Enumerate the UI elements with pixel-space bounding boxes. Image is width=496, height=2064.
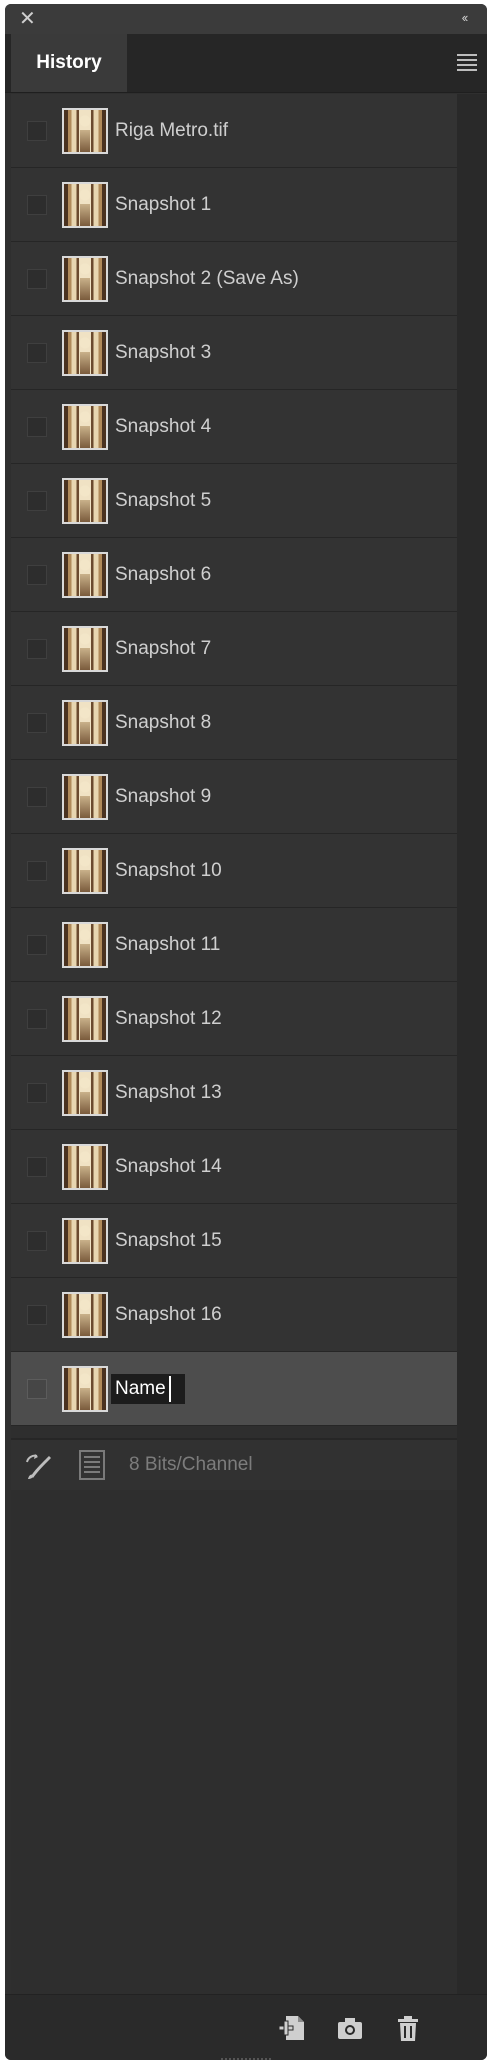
history-brush-source-checkbox[interactable] [27,787,47,807]
history-row[interactable]: Snapshot 10 [11,834,457,908]
history-row-label: Snapshot 14 [115,1156,222,1177]
history-row-label: Snapshot 12 [115,1008,222,1029]
panel-titlebar: ✕ ‹‹ [5,4,487,34]
snapshot-thumbnail [62,922,108,968]
history-brush-source-checkbox[interactable] [27,269,47,289]
snapshot-thumbnail [62,404,108,450]
snapshot-thumbnail [62,1366,108,1412]
document-icon [79,1450,105,1480]
double-chevron-left-icon[interactable]: ‹‹ [455,10,473,26]
history-state-row: 8 Bits/Channel [11,1438,457,1490]
history-brush-source-checkbox[interactable] [27,121,47,141]
snapshot-thumbnail [62,552,108,598]
history-row[interactable]: Snapshot 11 [11,908,457,982]
history-row-label: Snapshot 16 [115,1304,222,1325]
snapshot-thumbnail [62,1218,108,1264]
history-row-label: Snapshot 7 [115,638,212,659]
history-row-label: Snapshot 1 [115,194,212,215]
history-row[interactable]: Snapshot 9 [11,760,457,834]
history-row[interactable]: Snapshot 3 [11,316,457,390]
history-row-label: Riga Metro.tif [115,120,228,141]
history-brush-source-checkbox[interactable] [27,935,47,955]
history-list: Riga Metro.tif Snapshot 1 Snapshot 2 (Sa… [11,94,457,1994]
new-document-icon[interactable] [277,2013,307,2043]
history-row-editing[interactable] [11,1352,457,1426]
snapshot-thumbnail [62,626,108,672]
snapshot-thumbnail [62,108,108,154]
snapshot-name-input[interactable] [111,1374,185,1404]
trash-icon[interactable] [393,2013,423,2043]
tab-history[interactable]: History [11,34,127,92]
history-row[interactable]: Snapshot 1 [11,168,457,242]
history-brush-source-checkbox[interactable] [27,565,47,585]
history-brush-source-checkbox[interactable] [27,343,47,363]
snapshot-thumbnail [62,182,108,228]
history-brush-source-checkbox[interactable] [27,1231,47,1251]
history-brush-source-checkbox[interactable] [27,195,47,215]
snapshot-thumbnail [62,1144,108,1190]
history-row[interactable]: Snapshot 4 [11,390,457,464]
history-row-label: Snapshot 5 [115,490,212,511]
panel-tab-row: History [5,34,487,93]
history-row[interactable]: Snapshot 8 [11,686,457,760]
history-row[interactable]: Snapshot 6 [11,538,457,612]
snapshot-thumbnail [62,478,108,524]
history-brush-source-checkbox[interactable] [27,417,47,437]
snapshot-thumbnail [62,700,108,746]
history-row[interactable]: Snapshot 12 [11,982,457,1056]
history-row[interactable]: Snapshot 14 [11,1130,457,1204]
history-row-label: Snapshot 2 (Save As) [115,268,299,289]
history-brush-source-checkbox[interactable] [27,861,47,881]
camera-icon[interactable] [335,2013,365,2043]
history-brush-source-checkbox[interactable] [27,713,47,733]
history-brush-source-checkbox[interactable] [27,1083,47,1103]
history-row[interactable]: Snapshot 5 [11,464,457,538]
history-brush-icon[interactable] [25,1452,55,1480]
history-brush-source-checkbox[interactable] [27,1305,47,1325]
snapshot-thumbnail [62,256,108,302]
history-row[interactable]: Snapshot 13 [11,1056,457,1130]
history-row[interactable]: Snapshot 7 [11,612,457,686]
history-row[interactable]: Snapshot 2 (Save As) [11,242,457,316]
history-row-label: Snapshot 11 [115,934,221,955]
history-panel: ✕ ‹‹ History Riga Metro.tif Snapshot 1 S… [5,4,487,2060]
history-brush-source-checkbox[interactable] [27,639,47,659]
panel-bottom-toolbar [5,1994,487,2060]
snapshot-thumbnail [62,996,108,1042]
history-row-label: Snapshot 13 [115,1082,222,1103]
history-brush-source-checkbox[interactable] [27,1379,47,1399]
history-row[interactable]: Snapshot 15 [11,1204,457,1278]
history-row-label: Snapshot 3 [115,342,212,363]
snapshot-thumbnail [62,1070,108,1116]
text-caret [169,1376,171,1402]
history-brush-source-checkbox[interactable] [27,1157,47,1177]
history-row-label: Snapshot 4 [115,416,212,437]
snapshot-thumbnail [62,1292,108,1338]
hamburger-menu-icon[interactable] [457,54,477,71]
resize-grip[interactable] [221,2058,271,2060]
history-brush-source-checkbox[interactable] [27,1009,47,1029]
history-row[interactable]: Snapshot 16 [11,1278,457,1352]
snapshot-thumbnail [62,774,108,820]
history-row-label: Snapshot 9 [115,786,212,807]
snapshot-thumbnail [62,848,108,894]
scrollbar-track[interactable] [457,94,487,1994]
snapshot-thumbnail [62,330,108,376]
history-row[interactable]: Riga Metro.tif [11,94,457,168]
document-mode-status: 8 Bits/Channel [129,1454,253,1475]
history-row-label: Snapshot 10 [115,860,222,881]
history-row-label: Snapshot 8 [115,712,212,733]
history-row-label: Snapshot 6 [115,564,212,585]
history-row-label: Snapshot 15 [115,1230,222,1251]
close-icon[interactable]: ✕ [19,9,36,29]
history-brush-source-checkbox[interactable] [27,491,47,511]
